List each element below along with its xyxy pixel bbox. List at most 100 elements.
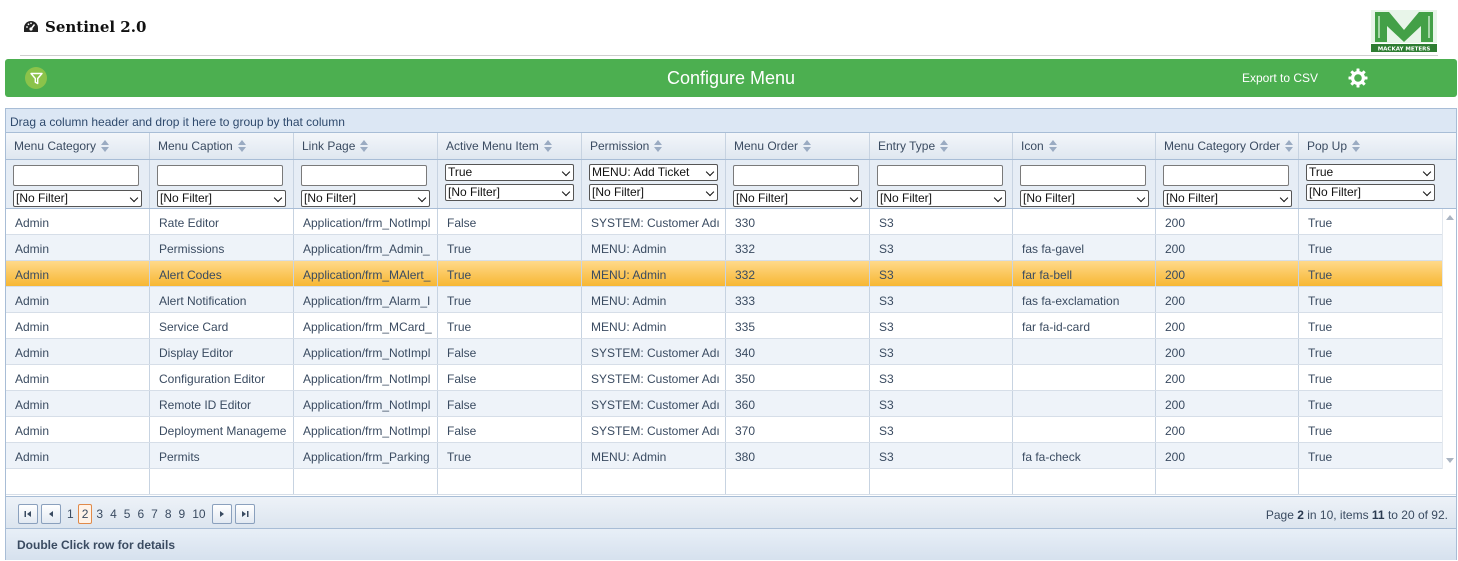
page-number-5[interactable]: 5 [121,507,134,521]
filter-select-menu-caption[interactable]: [No Filter] [157,190,286,207]
cell-link-page: Application/frm_Alarm_I [294,287,438,312]
page-number-2[interactable]: 2 [77,504,93,524]
cell-menu-category-order: 200 [1156,339,1299,364]
settings-button[interactable] [1347,67,1369,89]
cell-icon [1013,417,1156,442]
filter-input-menu-caption[interactable] [157,165,283,186]
table-row[interactable]: Admin Alert Codes Application/frm_MAlert_ T… [6,261,1456,287]
cell-entry-type: S3 [870,365,1013,390]
filter-select-menu-order[interactable]: [No Filter] [733,190,862,207]
group-panel[interactable]: Drag a column header and drop it here to… [6,109,1456,133]
filter-select-menu-category-order[interactable]: [No Filter] [1163,190,1292,207]
filter-input-menu-category[interactable] [13,165,139,186]
page-number-1[interactable]: 1 [64,507,77,521]
column-header-icon[interactable]: Icon [1013,133,1156,159]
column-header-menu-caption[interactable]: Menu Caption [150,133,294,159]
filter-input-entry-type[interactable] [877,165,1003,186]
cell-entry-type: S3 [870,261,1013,286]
cell-menu-category-order: 200 [1156,443,1299,468]
table-row[interactable]: Admin Display Editor Application/frm_NotIm… [6,339,1456,365]
prev-page-icon [49,511,53,517]
sort-icon [1048,140,1058,152]
cell-menu-caption: Rate Editor [150,209,294,234]
column-header-active-menu-item[interactable]: Active Menu Item [438,133,582,159]
app-title-text: Sentinel 2.0 [45,18,147,36]
column-header-menu-order[interactable]: Menu Order [726,133,870,159]
page-number-7[interactable]: 7 [148,507,161,521]
cell-permission: MENU: Admin [582,235,726,260]
cell-menu-order: 370 [726,417,870,442]
filter-input-menu-category-order[interactable] [1163,165,1289,186]
cell-menu-order: 350 [726,365,870,390]
filter-select-menu-category[interactable]: [No Filter] [13,190,142,207]
column-header-menu-category-order[interactable]: Menu Category Order [1156,133,1299,159]
page-numbers: 1 2 3 4 5 6 7 8 9 10 [64,504,209,524]
page-number-3[interactable]: 3 [93,507,106,521]
cell-pop-up: True [1308,372,1333,386]
last-page-icon [241,511,249,517]
filter-input-menu-order[interactable] [733,165,859,186]
cell-menu-order: 332 [726,261,870,286]
sort-icon [1352,140,1361,152]
page-number-9[interactable]: 9 [176,507,189,521]
filter-select-active-menu-item[interactable]: [No Filter] [445,184,574,201]
cell-menu-caption: Alert Codes [150,261,294,286]
sort-icon [654,140,663,152]
cell-menu-caption: Display Editor [150,339,294,364]
filter-select-permission[interactable]: [No Filter] [589,184,718,201]
filter-value-permission[interactable]: MENU: Add Ticket [589,164,718,181]
cell-entry-type: S3 [870,443,1013,468]
page-number-10[interactable]: 10 [189,507,208,521]
filter-input-icon[interactable] [1020,165,1146,186]
cell-link-page: Application/frm_NotImpl [294,391,438,416]
table-row[interactable]: Admin Remote ID Editor Application/frm_Not… [6,391,1456,417]
table-row[interactable]: Admin Permits Application/frm_Parking True M… [6,443,1456,469]
column-header-permission[interactable]: Permission [582,133,726,159]
table-row[interactable]: Admin Permissions Application/frm_Admin_ Tr… [6,235,1456,261]
cell-link-page: Application/frm_NotImpl [294,417,438,442]
scroll-down-arrow-icon[interactable] [1446,458,1454,463]
table-row[interactable]: Admin Deployment Manageme Application/frm_… [6,417,1456,443]
next-page-button[interactable] [211,504,232,524]
table-row[interactable]: Admin Configuration Editor Application/frm… [6,365,1456,391]
cell-pop-up: True [1308,450,1333,464]
header-divider [20,55,1438,56]
table-row[interactable]: Admin Service Card Application/frm_MCard_ T… [6,313,1456,339]
cell-permission: SYSTEM: Customer Adı [582,209,726,234]
filter-value-pop-up[interactable]: True [1306,164,1435,181]
cell-active-menu-item: False [438,209,582,234]
filter-select-link-page[interactable]: [No Filter] [301,190,430,207]
export-csv-button[interactable]: Export to CSV [1242,71,1318,85]
filter-value-active-menu-item[interactable]: True [445,164,574,181]
page-title: Configure Menu [666,68,796,88]
prev-page-button[interactable] [41,504,61,524]
last-page-button[interactable] [234,504,255,524]
first-page-button[interactable] [18,504,38,524]
filter-select-icon[interactable]: [No Filter] [1020,190,1149,207]
cell-menu-order: 380 [726,443,870,468]
scroll-up-arrow-icon[interactable] [1446,215,1454,220]
pager-buttons: 1 2 3 4 5 6 7 8 9 10 [18,504,255,524]
vertical-scrollbar[interactable] [1442,209,1456,469]
column-header-pop-up[interactable]: Pop Up [1299,133,1456,159]
cell-active-menu-item: True [438,443,582,468]
page-number-4[interactable]: 4 [107,507,120,521]
toolbar: Configure Menu Export to CSV [5,59,1457,97]
page-number-6[interactable]: 6 [134,507,147,521]
column-header-menu-category[interactable]: Menu Category [6,133,150,159]
filter-select-pop-up[interactable]: [No Filter] [1306,184,1435,201]
cell-entry-type: S3 [870,235,1013,260]
sort-icon [543,140,553,152]
column-header-link-page[interactable]: Link Page [294,133,438,159]
page-number-8[interactable]: 8 [162,507,175,521]
cell-pop-up: True [1308,398,1333,412]
cell-pop-up: True [1308,294,1333,308]
footer-hint: Double Click row for details [6,529,1456,560]
column-header-entry-type[interactable]: Entry Type [870,133,1013,159]
menu-grid: Drag a column header and drop it here to… [5,108,1457,560]
table-row[interactable]: Admin Alert Notification Application/frm_A… [6,287,1456,313]
table-row[interactable]: Admin Rate Editor Application/frm_NotImpl F… [6,209,1456,235]
filter-select-entry-type[interactable]: [No Filter] [877,190,1006,207]
filter-input-link-page[interactable] [301,165,427,186]
cell-menu-caption: Alert Notification [150,287,294,312]
